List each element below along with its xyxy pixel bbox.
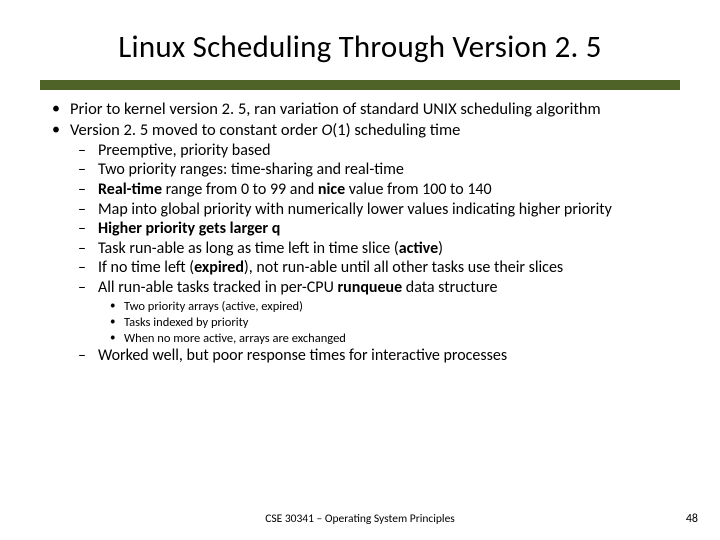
bold-text: Real-time <box>98 180 162 199</box>
bold-text: active <box>399 239 438 258</box>
list-item: All run-able tasks tracked in per-CPU ru… <box>76 279 680 346</box>
bullet-list-level3: Two priority arrays (active, expired) Ta… <box>108 299 680 346</box>
bullet-text: Map into global priority with numericall… <box>98 200 612 219</box>
bullet-text: Worked well, but poor response times for… <box>98 346 507 365</box>
bullet-text: data structure <box>402 278 497 297</box>
bold-text: expired <box>194 258 244 277</box>
bullet-text: ) <box>438 239 443 258</box>
bullet-text: Version 2. 5 moved to constant order <box>70 120 322 140</box>
bold-text: runqueue <box>337 278 402 297</box>
list-item: Two priority arrays (active, expired) <box>108 299 680 315</box>
bullet-text: When no more active, arrays are exchange… <box>124 331 346 346</box>
list-item: Prior to kernel version 2. 5, ran variat… <box>48 100 680 119</box>
list-item: If no time left (expired), not run-able … <box>76 259 680 278</box>
footer-page-number: 48 <box>686 512 698 526</box>
slide: Linux Scheduling Through Version 2. 5 Pr… <box>0 0 720 540</box>
list-item: Version 2. 5 moved to constant order O(1… <box>48 121 680 365</box>
list-item: When no more active, arrays are exchange… <box>108 331 680 347</box>
list-item: Preemptive, priority based <box>76 142 680 161</box>
italic-text: O <box>322 120 333 140</box>
footer-course: CSE 30341 – Operating System Principles <box>0 512 720 526</box>
bullet-text: ), not run-able until all other tasks us… <box>244 258 563 277</box>
bullet-list-level1: Prior to kernel version 2. 5, ran variat… <box>48 100 680 366</box>
list-item: Two priority ranges: time-sharing and re… <box>76 161 680 180</box>
bullet-text: If no time left ( <box>98 258 194 277</box>
bullet-text: Two priority arrays (active, expired) <box>124 299 303 314</box>
bullet-text: value from 100 to 140 <box>345 180 492 199</box>
bullet-text: Tasks indexed by priority <box>124 315 248 330</box>
slide-title: Linux Scheduling Through Version 2. 5 <box>40 28 680 66</box>
bullet-text: range from 0 to 99 and <box>162 180 318 199</box>
bullet-text: Prior to kernel version 2. 5, ran variat… <box>70 99 601 119</box>
title-divider <box>40 80 680 90</box>
list-item: Real-time range from 0 to 99 and nice va… <box>76 181 680 200</box>
slide-content: Prior to kernel version 2. 5, ran variat… <box>40 100 680 366</box>
list-item: Higher priority gets larger q <box>76 220 680 239</box>
list-item: Tasks indexed by priority <box>108 315 680 331</box>
list-item: Worked well, but poor response times for… <box>76 347 680 366</box>
bullet-text: Task run-able as long as time left in ti… <box>98 239 399 258</box>
list-item: Map into global priority with numericall… <box>76 201 680 220</box>
bullet-list-level2: Preemptive, priority based Two priority … <box>76 142 680 366</box>
list-item: Task run-able as long as time left in ti… <box>76 240 680 259</box>
bold-text: Higher priority gets larger q <box>98 219 280 238</box>
bullet-text: Preemptive, priority based <box>98 141 270 160</box>
bullet-text: (1) scheduling time <box>332 120 460 140</box>
bold-text: nice <box>318 180 345 199</box>
bullet-text: All run-able tasks tracked in per-CPU <box>98 278 337 297</box>
bullet-text: Two priority ranges: time-sharing and re… <box>98 160 404 179</box>
